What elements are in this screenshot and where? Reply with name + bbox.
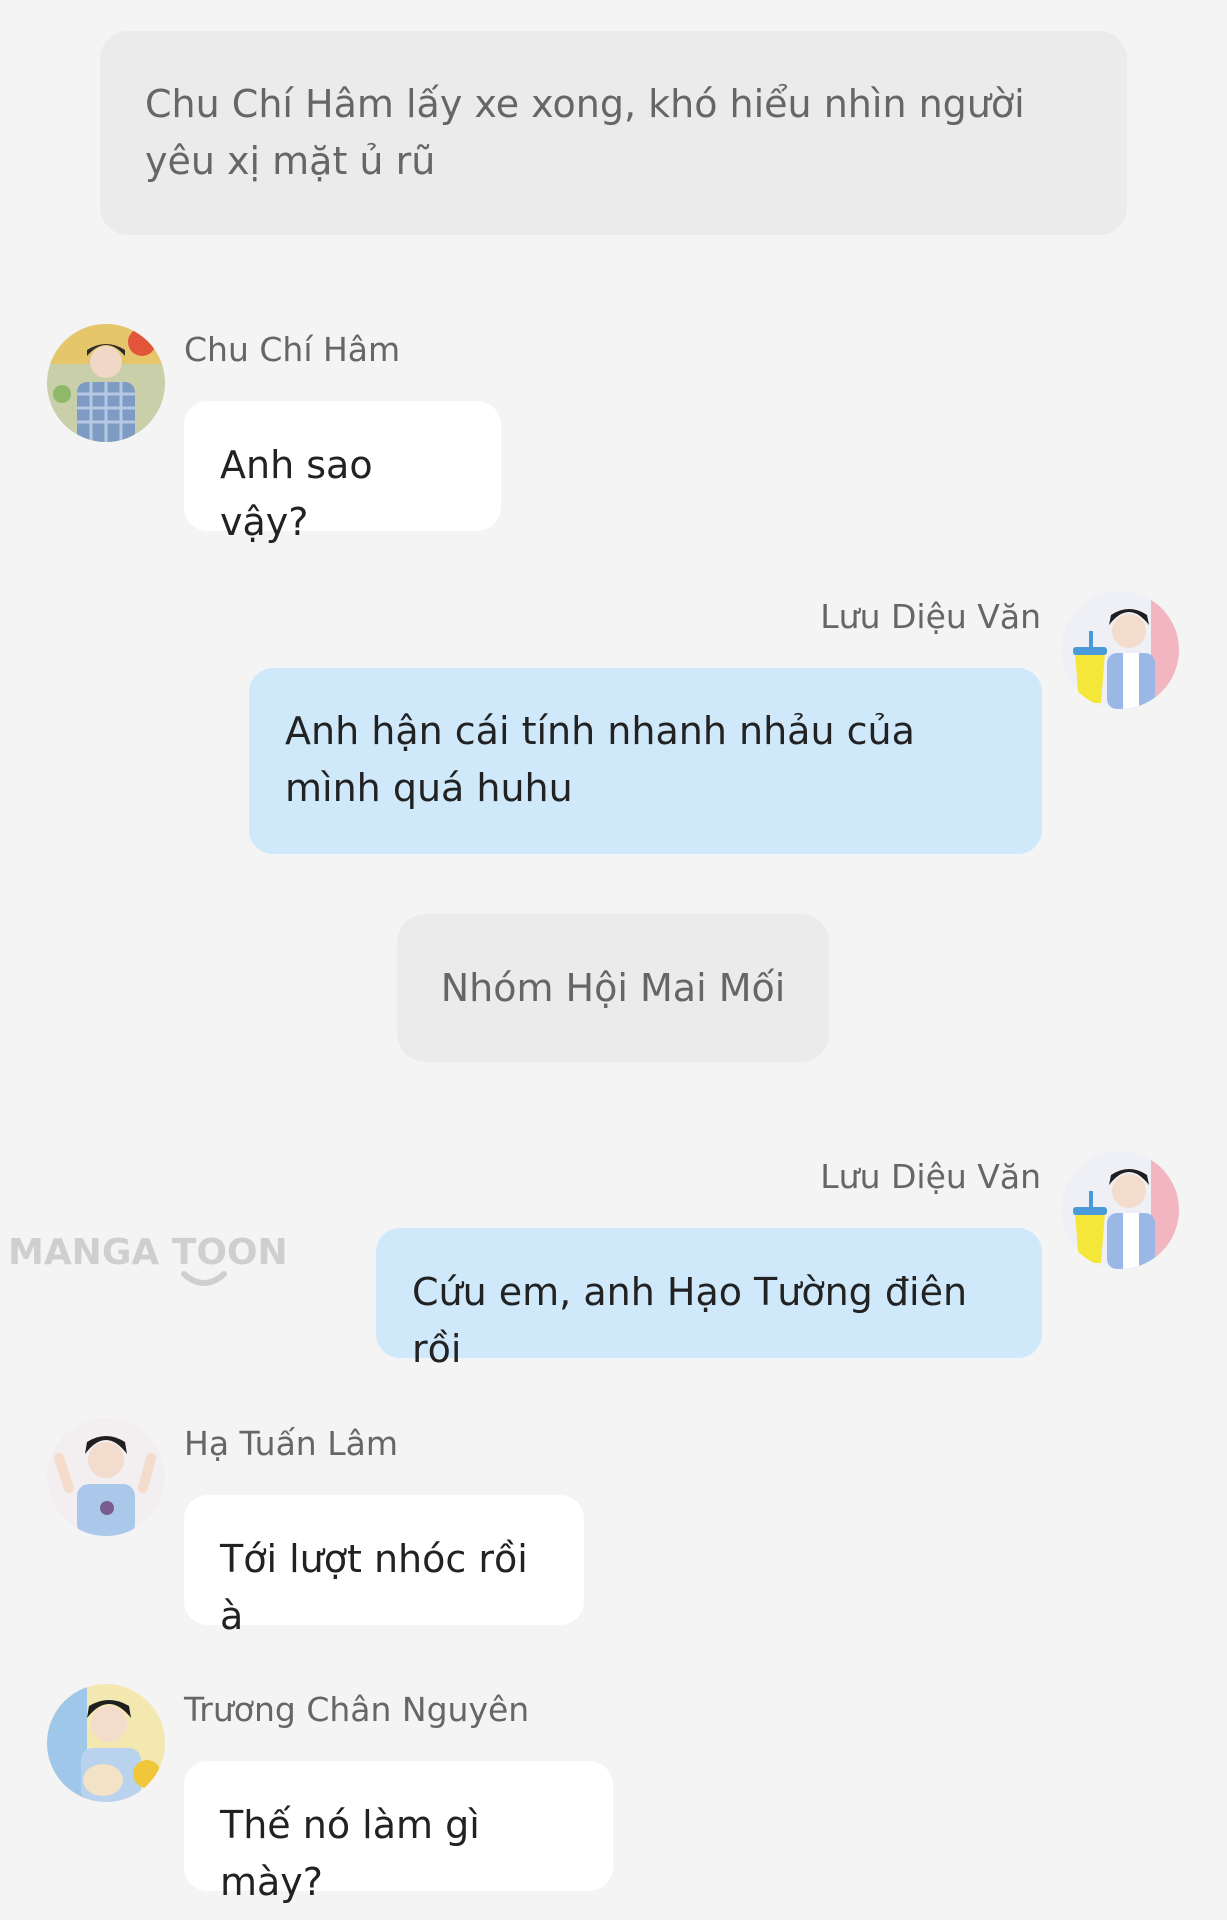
avatar[interactable] bbox=[47, 1418, 165, 1536]
sender-name: Lưu Diệu Văn bbox=[820, 597, 1041, 636]
narration-box: Chu Chí Hâm lấy xe xong, khó hiểu nhìn n… bbox=[100, 31, 1127, 235]
scene-label: Nhóm Hội Mai Mối bbox=[397, 914, 829, 1062]
sender-name: Hạ Tuấn Lâm bbox=[184, 1424, 398, 1463]
sender-name: Lưu Diệu Văn bbox=[820, 1157, 1041, 1196]
watermark-logo: MANGA TOON bbox=[8, 1232, 288, 1302]
message-text: Tới lượt nhóc rồi à bbox=[220, 1537, 528, 1638]
message-bubble: Tới lượt nhóc rồi à bbox=[184, 1495, 584, 1638]
avatar[interactable] bbox=[47, 324, 165, 442]
message-text: Anh hận cái tính nhanh nhảu của mình quá… bbox=[285, 709, 915, 810]
message-text: Cứu em, anh Hạo Tường điên rồi bbox=[412, 1270, 968, 1371]
avatar[interactable] bbox=[1061, 591, 1179, 709]
sender-name: Chu Chí Hâm bbox=[184, 330, 401, 369]
avatar[interactable] bbox=[1061, 1151, 1179, 1269]
message-bubble: Thế nó làm gì mày? bbox=[184, 1761, 613, 1904]
smile-icon bbox=[181, 1271, 227, 1286]
narration-text: Chu Chí Hâm lấy xe xong, khó hiểu nhìn n… bbox=[145, 82, 1025, 183]
message-bubble: Cứu em, anh Hạo Tường điên rồi bbox=[376, 1228, 1042, 1371]
sender-name: Trương Chân Nguyên bbox=[184, 1690, 530, 1729]
message-text: Thế nó làm gì mày? bbox=[220, 1803, 480, 1904]
chat-screen: Chu Chí Hâm lấy xe xong, khó hiểu nhìn n… bbox=[0, 0, 1227, 1920]
message-bubble: Anh hận cái tính nhanh nhảu của mình quá… bbox=[249, 668, 1042, 854]
scene-label-text: Nhóm Hội Mai Mối bbox=[440, 965, 786, 1010]
message-text: Anh sao vậy? bbox=[220, 443, 373, 544]
watermark-text: MANGA TOON bbox=[8, 1232, 288, 1273]
message-bubble: Anh sao vậy? bbox=[184, 401, 501, 544]
avatar[interactable] bbox=[47, 1684, 165, 1802]
